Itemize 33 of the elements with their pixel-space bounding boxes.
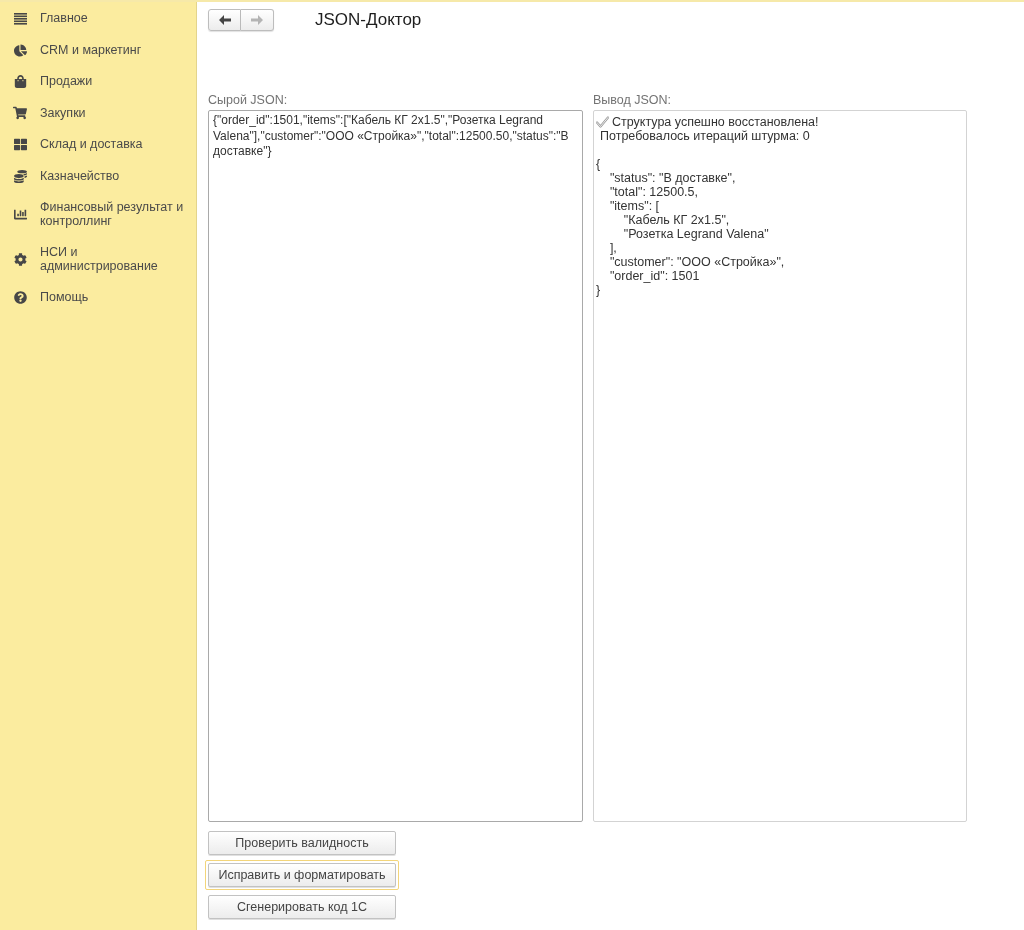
help-icon xyxy=(13,291,27,305)
sidebar-item[interactable]: Главное xyxy=(0,3,196,35)
coins-icon xyxy=(13,169,27,183)
sidebar-item[interactable]: Финансовый результат и контроллинг xyxy=(0,192,196,237)
sidebar-item[interactable]: Склад и доставка xyxy=(0,129,196,161)
grid-icon xyxy=(13,138,27,152)
sidebar-item[interactable]: Закупки xyxy=(0,97,196,129)
back-button[interactable] xyxy=(208,9,241,31)
field-label: Вывод JSON: xyxy=(593,92,672,108)
left-arrow-icon xyxy=(218,15,231,25)
page-title: JSON-Доктор xyxy=(315,9,422,31)
pie-chart-icon xyxy=(13,43,27,57)
output-json-field[interactable] xyxy=(593,110,967,822)
sidebar-item[interactable]: CRM и маркетинг xyxy=(0,34,196,66)
cart-icon xyxy=(13,106,27,121)
sidebar-item[interactable]: Продажи xyxy=(0,66,196,98)
iterations-text: Потребовалось итераций штурма: 0 xyxy=(600,129,810,143)
settings-icon xyxy=(13,253,27,266)
bag-icon xyxy=(13,75,27,89)
list-icon xyxy=(13,12,27,25)
raw-json-field[interactable]: {"order_id":1501,"items":["Кабель КГ 2x1.5","Розетка Legrand Valena"],"customer":"ООО «Стройка»","total":12500.50,"status":"В доставке"} xyxy=(208,110,583,822)
status-message: Структура успешно восстановлена! xyxy=(612,115,819,129)
formatted-json-text: { "status": "В доставке", "total": 12500.5, "items": [ "Кабель КГ 2x1.5", "Розетка Legrand Valena" ], "customer": "ООО «Стройка»", "order_id": 1501 } xyxy=(596,157,785,297)
action-button[interactable]: Проверить валидность xyxy=(205,828,399,858)
action-button[interactable]: Исправить и форматировать xyxy=(205,860,399,890)
field-label: Сырой JSON: xyxy=(208,92,288,108)
sidebar-item[interactable]: Казначейство xyxy=(0,160,196,192)
bar-chart-icon xyxy=(13,208,27,221)
check-icon xyxy=(596,116,609,128)
action-button[interactable]: Сгенерировать код 1С xyxy=(205,892,399,922)
right-arrow-icon xyxy=(251,15,263,25)
sidebar-item[interactable]: НСИ и администрирование xyxy=(0,237,196,282)
sidebar-item[interactable]: Помощь xyxy=(0,282,196,314)
